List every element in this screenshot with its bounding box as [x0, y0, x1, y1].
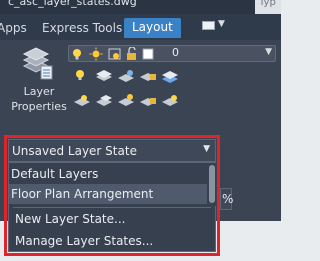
current-layer-name: 0: [172, 46, 179, 59]
percent-text: %: [222, 192, 234, 206]
tab-layout[interactable]: Layout: [124, 18, 181, 38]
tab-workspace-toggle[interactable]: ▼: [202, 19, 226, 32]
chevron-down-icon: ▼: [218, 19, 225, 29]
screen-icon: [202, 21, 215, 30]
layer-off-tool-icon[interactable]: [76, 70, 84, 80]
tab-express-tools[interactable]: Express Tools: [42, 21, 122, 35]
layer-walk-tool-icon[interactable]: [162, 95, 178, 106]
layer-lock-tool-icon[interactable]: [140, 73, 156, 81]
color-swatch-icon: [142, 48, 154, 60]
chevron-down-icon: ▼: [265, 47, 272, 57]
title-bar: c_asc_layer_states.dwg Typ: [0, 0, 281, 14]
layer-property-icons: [73, 47, 154, 61]
layer-isolate-tool-icon[interactable]: [96, 70, 112, 81]
layer-properties-button[interactable]: Layer Properties: [8, 44, 70, 116]
lock-open-icon: [127, 47, 136, 60]
layer-tools-row-2: [74, 94, 178, 106]
percent-field[interactable]: %: [220, 188, 234, 210]
layer-thaw-tool-icon[interactable]: [118, 94, 134, 106]
layer-dropdown[interactable]: 0 ▼: [68, 45, 276, 62]
layer-unlock-tool-icon[interactable]: [140, 98, 156, 106]
freeze-viewport-icon: [108, 48, 121, 60]
highlight-frame: [4, 135, 220, 256]
ribbon-tab-bar: Apps Express Tools Layout ▼: [0, 14, 281, 40]
sun-icon: [89, 47, 103, 61]
layer-match-tool-icon[interactable]: [162, 71, 178, 83]
layer-unisolate-tool-icon[interactable]: [96, 95, 112, 106]
lightbulb-icon: [73, 49, 81, 60]
search-text: Typ: [259, 0, 276, 8]
document-title: c_asc_layer_states.dwg: [8, 0, 137, 8]
layer-freeze-tool-icon[interactable]: [118, 70, 134, 82]
search-box[interactable]: Typ: [255, 0, 281, 14]
layer-tools-row-1: [76, 70, 178, 83]
layer-on-tool-icon[interactable]: [74, 95, 90, 106]
layer-stack-icon: [22, 47, 53, 80]
layer-properties-label: Layer Properties: [11, 85, 67, 113]
tab-apps[interactable]: Apps: [0, 21, 27, 35]
